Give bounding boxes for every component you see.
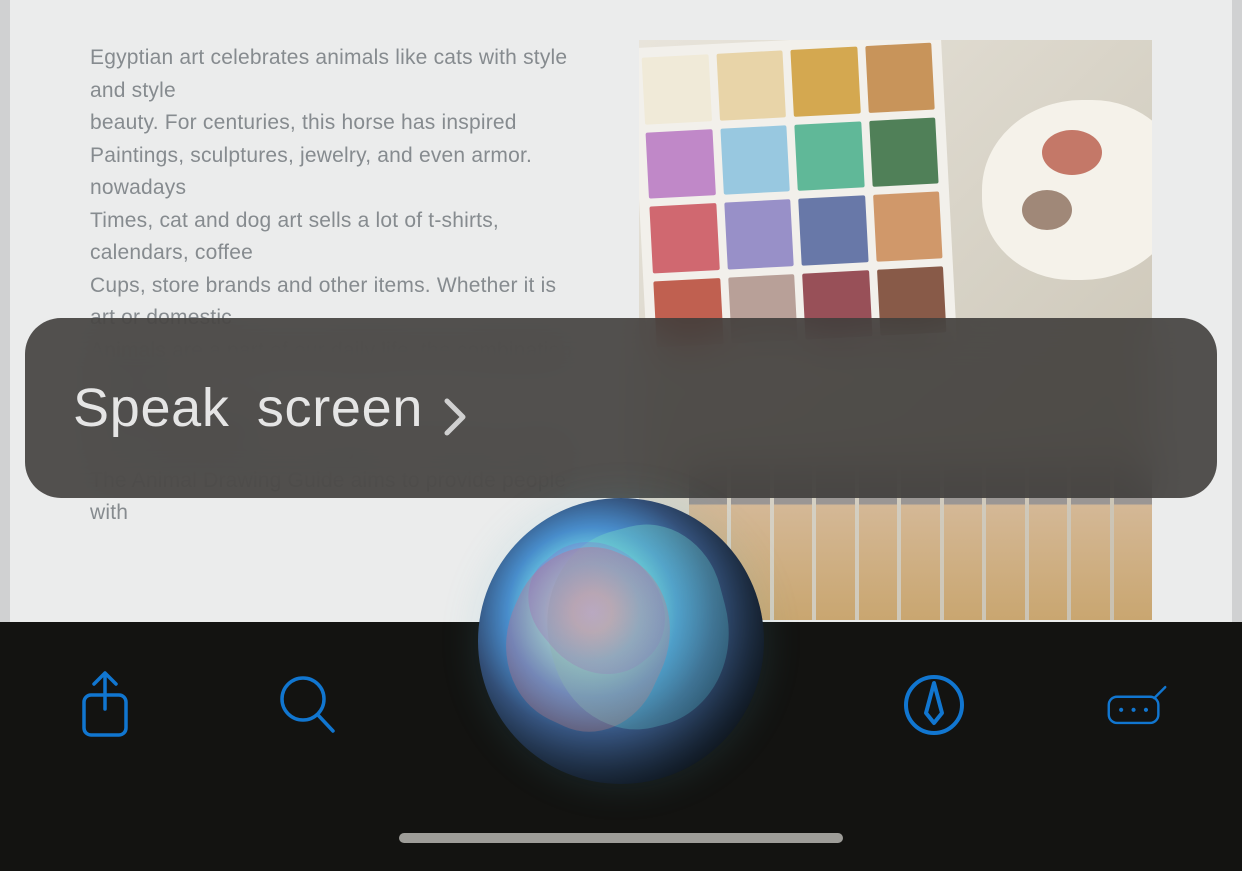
page-edge-right bbox=[1232, 0, 1242, 622]
palette-pan bbox=[794, 121, 864, 191]
palette-pan bbox=[720, 125, 790, 195]
siri-suggestion-panel[interactable]: Speak screen bbox=[25, 318, 1217, 498]
paint-splotch bbox=[1022, 190, 1072, 230]
mixing-palette bbox=[982, 100, 1152, 280]
markup-pen-icon bbox=[903, 669, 965, 746]
palette-pan bbox=[716, 50, 786, 120]
palette-pan bbox=[724, 199, 794, 269]
edit-icon bbox=[1106, 669, 1168, 746]
image-column bbox=[639, 40, 1152, 582]
siri-swirl bbox=[507, 516, 689, 700]
text-line: beauty. For centuries, this horse has in… bbox=[90, 107, 579, 140]
markup-button[interactable] bbox=[899, 672, 969, 742]
page-edge-left bbox=[0, 0, 10, 622]
palette-pan bbox=[869, 117, 939, 187]
siri-suggestion-text: Speak screen bbox=[73, 377, 467, 439]
home-indicator[interactable] bbox=[399, 833, 843, 843]
siri-orb-icon[interactable] bbox=[478, 498, 764, 784]
edit-button[interactable] bbox=[1102, 672, 1172, 742]
paint-splotch bbox=[1042, 130, 1102, 175]
palette-pan bbox=[646, 129, 716, 199]
palette-pan bbox=[790, 47, 860, 117]
text-line: Paintings, sculptures, jewelry, and even… bbox=[90, 140, 579, 205]
share-button[interactable] bbox=[70, 672, 140, 742]
palette-pan bbox=[649, 203, 719, 273]
palette-pan bbox=[873, 191, 943, 261]
watercolor-palette bbox=[639, 40, 957, 358]
share-icon bbox=[74, 669, 136, 746]
siri-suggestion-label: Speak screen bbox=[73, 377, 423, 439]
chevron-right-icon bbox=[443, 388, 467, 428]
search-button[interactable] bbox=[273, 672, 343, 742]
palette-pan bbox=[642, 54, 712, 124]
text-line: Egyptian art celebrates animals like cat… bbox=[90, 42, 579, 107]
search-icon bbox=[277, 669, 339, 746]
palette-pan bbox=[865, 43, 935, 113]
text-line: Times, cat and dog art sells a lot of t-… bbox=[90, 205, 579, 270]
text-column: Egyptian art celebrates animals like cat… bbox=[90, 40, 579, 582]
palette-pan bbox=[798, 195, 868, 265]
